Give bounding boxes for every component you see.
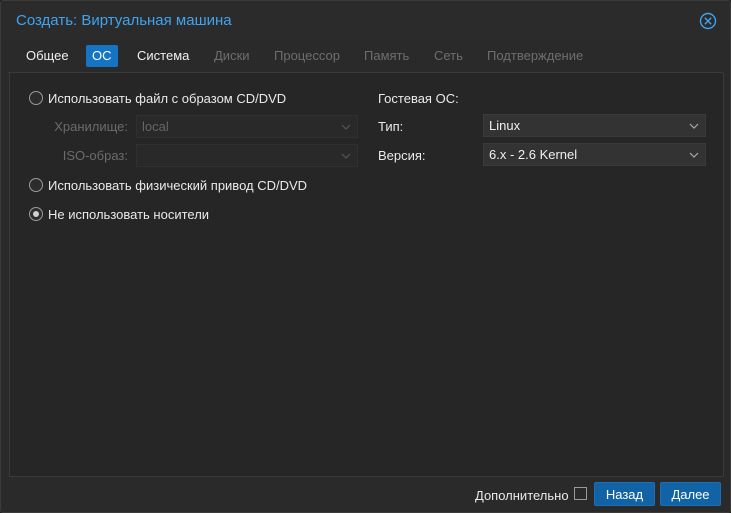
- physical-drive-label: Использовать физический привод CD/DVD: [48, 177, 308, 193]
- storage-value: local: [142, 119, 169, 134]
- next-button[interactable]: Далее: [660, 482, 721, 506]
- dialog-footer: Дополнительно Назад Далее: [1, 477, 730, 513]
- os-version-combo[interactable]: 6.x - 2.6 Kernel: [483, 143, 706, 166]
- chevron-down-icon: [341, 153, 351, 159]
- chevron-down-icon: [341, 124, 351, 130]
- tab-network[interactable]: Сеть: [428, 45, 469, 67]
- dialog-title: Создать: Виртуальная машина: [16, 12, 232, 29]
- use-image-option[interactable]: Использовать файл с образом CD/DVD: [29, 89, 286, 107]
- os-type-value: Linux: [489, 118, 521, 133]
- use-image-label: Использовать файл с образом CD/DVD: [48, 90, 287, 106]
- os-type-label: Тип:: [378, 119, 404, 134]
- tab-disks[interactable]: Диски: [208, 45, 256, 67]
- no-media-option[interactable]: Не использовать носители: [29, 205, 209, 223]
- tab-confirm[interactable]: Подтверждение: [481, 45, 589, 67]
- storage-label: Хранилище:: [54, 119, 128, 134]
- create-vm-dialog: Создать: Виртуальная машина Общее ОС Сис…: [0, 0, 731, 513]
- chevron-down-icon: [689, 152, 699, 158]
- os-version-value: 6.x - 2.6 Kernel: [489, 147, 578, 162]
- back-button[interactable]: Назад: [594, 482, 655, 506]
- storage-combo[interactable]: local: [136, 115, 358, 138]
- advanced-checkbox[interactable]: [574, 487, 587, 500]
- tab-general[interactable]: Общее: [20, 45, 75, 67]
- use-image-radio[interactable]: [29, 91, 43, 105]
- tab-os[interactable]: ОС: [86, 45, 118, 67]
- chevron-down-icon: [689, 123, 699, 129]
- os-panel: Использовать файл с образом CD/DVD Храни…: [9, 73, 724, 477]
- physical-drive-radio[interactable]: [29, 178, 43, 192]
- no-media-label: Не использовать носители: [48, 206, 210, 222]
- physical-drive-option[interactable]: Использовать физический привод CD/DVD: [29, 176, 307, 194]
- tab-system[interactable]: Система: [131, 45, 195, 67]
- dialog-titlebar[interactable]: Создать: Виртуальная машина: [1, 1, 730, 39]
- tab-cpu[interactable]: Процессор: [268, 45, 346, 67]
- os-version-label: Версия:: [378, 148, 426, 163]
- advanced-label: Дополнительно: [475, 488, 569, 503]
- no-media-radio[interactable]: [29, 207, 43, 221]
- guest-os-heading: Гостевая ОС:: [378, 91, 459, 106]
- iso-label: ISO-образ:: [62, 148, 128, 163]
- tab-memory[interactable]: Память: [358, 45, 415, 67]
- iso-combo[interactable]: [136, 144, 358, 167]
- close-icon[interactable]: [699, 12, 717, 30]
- wizard-tabs: Общее ОС Система Диски Процессор Память …: [1, 43, 730, 69]
- os-type-combo[interactable]: Linux: [483, 114, 706, 137]
